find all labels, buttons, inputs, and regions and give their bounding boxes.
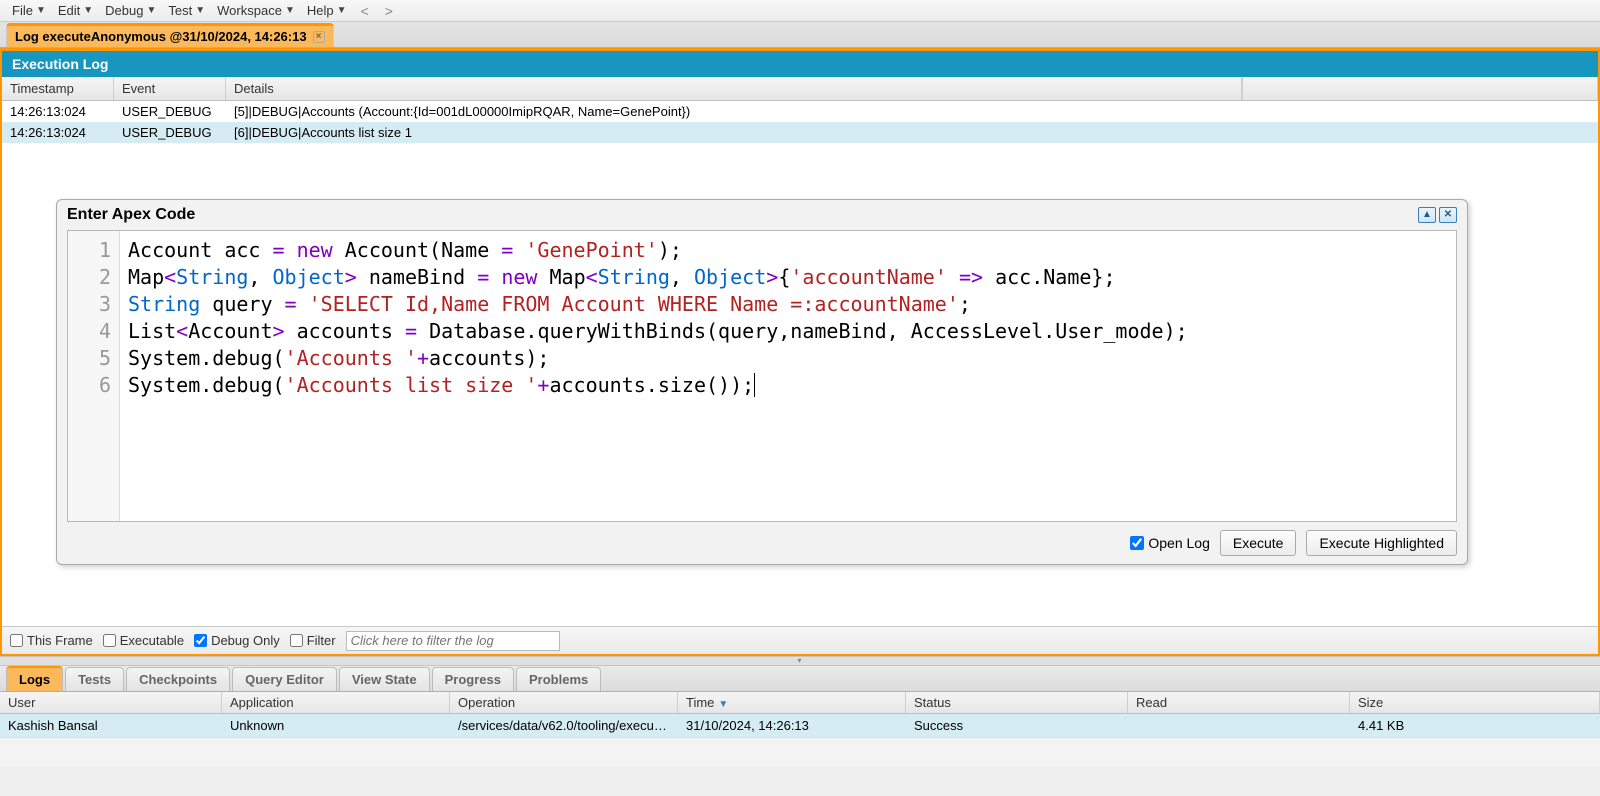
cell-application: Unknown <box>222 714 450 737</box>
cell-status: Success <box>906 714 1128 737</box>
close-icon[interactable]: ✕ <box>1439 207 1457 223</box>
section-title: Execution Log <box>2 51 1598 77</box>
nav-back-button[interactable]: < <box>353 3 377 19</box>
tab-logs[interactable]: Logs <box>6 666 63 691</box>
log-table-header: Timestamp Event Details <box>2 77 1598 101</box>
col-read[interactable]: Read <box>1128 692 1350 713</box>
filter-checkbox[interactable]: Filter <box>290 633 336 648</box>
tab-view-state[interactable]: View State <box>339 667 430 691</box>
col-time[interactable]: Time▼ <box>678 692 906 713</box>
menu-file[interactable]: File▼ <box>6 1 52 20</box>
tab-tests[interactable]: Tests <box>65 667 124 691</box>
cell-timestamp: 14:26:13:024 <box>2 101 114 122</box>
caret-down-icon: ▼ <box>337 5 347 16</box>
code-text[interactable]: Account acc = new Account(Name = 'GenePo… <box>120 231 1196 521</box>
cell-time: 31/10/2024, 14:26:13 <box>678 714 906 737</box>
cell-operation: /services/data/v62.0/tooling/execute… <box>450 714 678 737</box>
log-row[interactable]: 14:26:13:024 USER_DEBUG [5]|DEBUG|Accoun… <box>2 101 1598 122</box>
col-spacer <box>1242 77 1598 100</box>
cell-details: [5]|DEBUG|Accounts (Account:{Id=001dL000… <box>226 101 1598 122</box>
dialog-title-text: Enter Apex Code <box>67 206 195 224</box>
menu-debug[interactable]: Debug▼ <box>99 1 162 20</box>
log-row[interactable]: 14:26:13:024 USER_DEBUG [6]|DEBUG|Accoun… <box>2 122 1598 143</box>
dialog-titlebar[interactable]: Enter Apex Code ▲ ✕ <box>57 200 1467 230</box>
caret-down-icon: ▼ <box>83 5 93 16</box>
document-tabs: Log executeAnonymous @31/10/2024, 14:26:… <box>0 22 1600 48</box>
caret-down-icon: ▼ <box>146 5 156 16</box>
status-bar <box>0 737 1600 767</box>
nav-forward-button[interactable]: > <box>377 3 401 19</box>
tab-progress[interactable]: Progress <box>432 667 514 691</box>
logs-grid: User Application Operation Time▼ Status … <box>0 692 1600 737</box>
log-filter-bar: This Frame Executable Debug Only Filter <box>2 626 1598 654</box>
sort-desc-icon: ▼ <box>718 699 728 710</box>
dialog-footer: Open Log Execute Execute Highlighted <box>57 522 1467 564</box>
close-icon[interactable]: × <box>313 31 325 43</box>
col-timestamp[interactable]: Timestamp <box>2 77 114 100</box>
col-operation[interactable]: Operation <box>450 692 678 713</box>
tab-label: Log executeAnonymous @31/10/2024, 14:26:… <box>15 29 307 44</box>
logs-grid-row[interactable]: Kashish Bansal Unknown /services/data/v6… <box>0 714 1600 737</box>
execute-button[interactable]: Execute <box>1220 530 1297 556</box>
log-panel: Execution Log Timestamp Event Details 14… <box>0 48 1600 656</box>
grip-icon: ▾ <box>785 658 815 664</box>
this-frame-checkbox[interactable]: This Frame <box>10 633 93 648</box>
log-table-body: 14:26:13:024 USER_DEBUG [5]|DEBUG|Accoun… <box>2 101 1598 143</box>
filter-input[interactable] <box>346 631 560 651</box>
tab-log[interactable]: Log executeAnonymous @31/10/2024, 14:26:… <box>6 23 334 47</box>
open-log-checkbox[interactable]: Open Log <box>1130 535 1210 551</box>
menu-edit[interactable]: Edit▼ <box>52 1 99 20</box>
col-application[interactable]: Application <box>222 692 450 713</box>
splitter[interactable]: ▾ <box>0 656 1600 666</box>
collapse-icon[interactable]: ▲ <box>1418 207 1436 223</box>
code-editor[interactable]: 123456 Account acc = new Account(Name = … <box>67 230 1457 522</box>
apex-dialog: Enter Apex Code ▲ ✕ 123456 Account acc =… <box>56 199 1468 565</box>
cell-details: [6]|DEBUG|Accounts list size 1 <box>226 122 1598 143</box>
col-event[interactable]: Event <box>114 77 226 100</box>
executable-checkbox[interactable]: Executable <box>103 633 184 648</box>
cell-event: USER_DEBUG <box>114 122 226 143</box>
col-user[interactable]: User <box>0 692 222 713</box>
tab-checkpoints[interactable]: Checkpoints <box>126 667 230 691</box>
menu-test[interactable]: Test▼ <box>162 1 211 20</box>
tab-problems[interactable]: Problems <box>516 667 601 691</box>
gutter: 123456 <box>68 231 120 521</box>
cell-size: 4.41 KB <box>1350 714 1600 737</box>
menu-bar: File▼ Edit▼ Debug▼ Test▼ Workspace▼ Help… <box>0 0 1600 22</box>
caret-down-icon: ▼ <box>36 5 46 16</box>
menu-workspace[interactable]: Workspace▼ <box>211 1 301 20</box>
col-status[interactable]: Status <box>906 692 1128 713</box>
cell-user: Kashish Bansal <box>0 714 222 737</box>
col-size[interactable]: Size <box>1350 692 1600 713</box>
cell-read <box>1128 714 1350 737</box>
bottom-tabs: Logs Tests Checkpoints Query Editor View… <box>0 666 1600 692</box>
logs-grid-header: User Application Operation Time▼ Status … <box>0 692 1600 714</box>
cell-event: USER_DEBUG <box>114 101 226 122</box>
caret-down-icon: ▼ <box>195 5 205 16</box>
tab-query-editor[interactable]: Query Editor <box>232 667 337 691</box>
menu-help[interactable]: Help▼ <box>301 1 353 20</box>
caret-down-icon: ▼ <box>285 5 295 16</box>
cell-timestamp: 14:26:13:024 <box>2 122 114 143</box>
execute-highlighted-button[interactable]: Execute Highlighted <box>1306 530 1457 556</box>
col-details[interactable]: Details <box>226 77 1242 100</box>
debug-only-checkbox[interactable]: Debug Only <box>194 633 280 648</box>
